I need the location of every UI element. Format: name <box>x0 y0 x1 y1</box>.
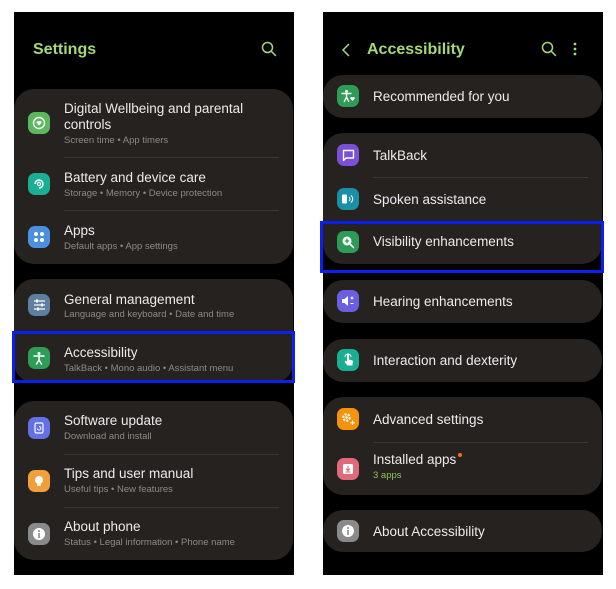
item-title: Tips and user manual <box>64 466 194 481</box>
new-badge-dot <box>458 453 463 457</box>
item-title: About phone <box>64 519 141 534</box>
item-subtitle: TalkBack • Mono audio • Assistant menu <box>64 363 234 374</box>
talkback-icon <box>337 144 359 166</box>
more-options-icon[interactable] <box>573 42 577 56</box>
accessibility-item-talkback[interactable]: TalkBack <box>323 133 602 177</box>
settings-group-2: General management Language and keyboard… <box>14 279 293 383</box>
item-title: Recommended for you <box>373 89 510 104</box>
item-title: General management <box>64 292 195 307</box>
item-title: Accessibility <box>64 345 138 360</box>
device-care-icon <box>28 173 50 195</box>
visibility-icon <box>337 231 359 253</box>
item-subtitle: Status • Legal information • Phone name <box>64 537 235 548</box>
accessibility-icon <box>28 347 50 369</box>
accessibility-item-hearing-enhancements[interactable]: Hearing enhancements <box>323 280 602 323</box>
item-subtitle: Default apps • App settings <box>64 241 178 252</box>
item-title-line2: controls <box>64 117 112 132</box>
settings-screen: Settings Digital Wellbeing and parental … <box>14 12 294 575</box>
item-subtitle: Storage • Memory • Device protection <box>64 188 223 199</box>
accessibility-item-installed-apps[interactable]: Installed apps 3 apps <box>323 443 602 495</box>
accessibility-group-advanced: Advanced settings Installed apps 3 apps <box>323 397 602 495</box>
item-title: Software update <box>64 413 163 428</box>
advanced-settings-icon <box>337 408 359 430</box>
about-accessibility-icon <box>337 520 359 542</box>
item-subtitle: Download and install <box>64 431 152 442</box>
settings-item-about-phone[interactable]: About phone Status • Legal information •… <box>14 508 293 560</box>
software-update-icon <box>28 417 50 439</box>
item-title: Interaction and dexterity <box>373 353 518 368</box>
item-title-text: Installed apps <box>373 452 457 467</box>
search-icon[interactable] <box>541 41 557 57</box>
item-title: Hearing enhancements <box>373 294 513 309</box>
settings-item-general-management[interactable]: General management Language and keyboard… <box>14 279 293 331</box>
settings-item-accessibility[interactable]: Accessibility TalkBack • Mono audio • As… <box>14 331 293 383</box>
accessibility-item-visibility-enhancements[interactable]: Visibility enhancements <box>323 221 602 264</box>
settings-item-software-update[interactable]: Software update Download and install <box>14 401 293 453</box>
tips-icon <box>28 470 50 492</box>
back-arrow-icon[interactable] <box>341 42 351 58</box>
item-title: Digital Wellbeing and parental <box>64 101 244 116</box>
item-title: Apps <box>64 223 95 238</box>
accessibility-screen: Accessibility Recommended for you TalkBa… <box>323 12 603 575</box>
item-title: Visibility enhancements <box>373 234 514 249</box>
item-subtitle: Screen time • App timers <box>64 135 169 146</box>
accessibility-item-interaction-dexterity[interactable]: Interaction and dexterity <box>323 339 602 382</box>
settings-item-apps[interactable]: Apps Default apps • App settings <box>14 211 293 264</box>
accessibility-item-recommended[interactable]: Recommended for you <box>323 75 602 118</box>
interaction-icon <box>337 349 359 371</box>
item-subtitle: Language and keyboard • Date and time <box>64 309 235 320</box>
item-title: Battery and device care <box>64 170 206 185</box>
item-title: Advanced settings <box>373 412 484 427</box>
accessibility-item-spoken-assistance[interactable]: Spoken assistance <box>323 178 602 221</box>
settings-item-digital-wellbeing[interactable]: Digital Wellbeing and parental controls … <box>14 89 293 157</box>
item-title: Spoken assistance <box>373 192 487 207</box>
search-icon[interactable] <box>261 41 277 57</box>
accessibility-item-about[interactable]: About Accessibility <box>323 510 602 552</box>
accessibility-item-advanced-settings[interactable]: Advanced settings <box>323 397 602 441</box>
settings-item-tips[interactable]: Tips and user manual Useful tips • New f… <box>14 455 293 507</box>
accessibility-group-vision: TalkBack Spoken assistance Visibility en… <box>323 133 602 264</box>
hearing-icon <box>337 290 359 312</box>
settings-group-1: Digital Wellbeing and parental controls … <box>14 89 293 264</box>
page-title: Accessibility <box>367 41 465 58</box>
settings-group-3: Software update Download and install Tip… <box>14 401 293 560</box>
about-phone-icon <box>28 523 50 545</box>
page-title: Settings <box>33 41 97 58</box>
apps-icon <box>28 226 50 248</box>
recommended-icon <box>337 85 359 107</box>
settings-item-battery-device-care[interactable]: Battery and device care Storage • Memory… <box>14 158 293 210</box>
item-subtitle: Useful tips • New features <box>64 484 173 495</box>
item-title: TalkBack <box>373 148 428 163</box>
digital-wellbeing-icon <box>28 112 50 134</box>
general-management-icon <box>28 294 50 316</box>
item-title: About Accessibility <box>373 524 485 539</box>
item-title: Installed apps <box>373 452 463 467</box>
spoken-assistance-icon <box>337 188 359 210</box>
item-subtitle: 3 apps <box>373 470 402 481</box>
installed-apps-icon <box>337 458 359 480</box>
